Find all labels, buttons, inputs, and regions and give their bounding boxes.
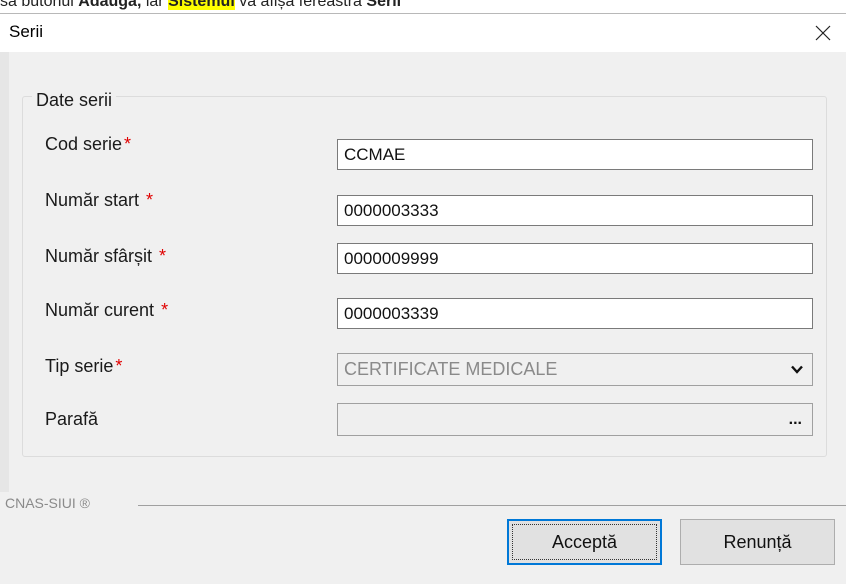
required-marker: * <box>124 134 132 154</box>
left-edge-shade <box>0 52 9 492</box>
close-button[interactable] <box>800 14 846 52</box>
required-marker: * <box>146 190 154 210</box>
required-marker: * <box>115 356 123 376</box>
footer-brand: CNAS-SIUI ® <box>5 495 90 511</box>
required-marker: * <box>161 300 169 320</box>
doc-bold-add: Adaugă, <box>78 0 142 10</box>
dialog-body: Date serii Cod serie * CCMAE Număr start … <box>0 52 846 584</box>
doc-highlight-system: Sistemul <box>168 0 235 10</box>
document-text-line: să butonul Adaugă, iar Sistemul va afișa… <box>0 0 846 13</box>
window-title: Serii <box>9 22 44 41</box>
parafa-browse-button[interactable]: ... <box>789 404 802 435</box>
doc-prefix: să butonul <box>0 0 79 10</box>
cancel-button[interactable]: Renunță <box>680 519 835 565</box>
doc-bold-series: Serii <box>366 0 402 10</box>
tip-serie-value: CERTIFICATE MEDICALE <box>344 359 558 379</box>
label-numar-start: Număr start * <box>45 190 154 210</box>
cod-serie-input[interactable]: CCMAE <box>337 139 813 170</box>
label-tip-serie: Tip serie * <box>45 356 123 376</box>
numar-start-input[interactable]: 0000003333 <box>337 195 813 226</box>
label-numar-sfarsit: Număr sfârșit * <box>45 246 167 266</box>
doc-suffix: va afișa fereastra <box>234 0 367 10</box>
parafa-field[interactable]: ... <box>337 403 813 436</box>
close-icon <box>815 25 831 41</box>
required-marker: * <box>159 246 167 266</box>
label-parafa: Parafă <box>45 409 99 429</box>
numar-sfarsit-input[interactable]: 0000009999 <box>337 243 813 274</box>
footer-divider <box>138 505 846 506</box>
label-cod-serie: Cod serie * <box>45 134 132 154</box>
group-legend: Date serii <box>32 90 117 111</box>
accept-button[interactable]: Acceptă <box>507 519 662 565</box>
label-numar-curent: Număr curent * <box>45 300 169 320</box>
title-bar[interactable]: Serii <box>0 14 846 52</box>
focus-rectangle <box>512 524 657 560</box>
serii-dialog: Serii Date serii Cod serie * CCMAE Număr … <box>0 13 846 584</box>
numar-curent-input[interactable]: 0000003339 <box>337 298 813 329</box>
doc-mid: iar <box>141 0 169 10</box>
chevron-down-icon <box>791 365 803 374</box>
tip-serie-select[interactable]: CERTIFICATE MEDICALE <box>337 353 813 386</box>
cancel-button-label: Renunță <box>723 532 792 552</box>
